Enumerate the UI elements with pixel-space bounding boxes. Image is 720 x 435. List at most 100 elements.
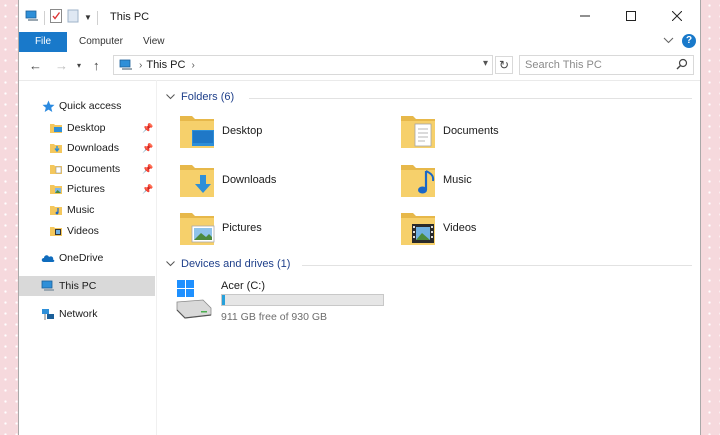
pin-icon[interactable]: 📌 <box>142 123 153 134</box>
collapse-chevron-icon[interactable] <box>166 92 175 102</box>
sidebar-item-label: This PC <box>59 280 97 292</box>
help-icon[interactable]: ? <box>682 34 696 48</box>
folder-documents[interactable]: Documents <box>399 110 499 152</box>
breadcrumb-chevron-icon[interactable]: › <box>139 60 142 71</box>
drive-usage-fill <box>222 295 226 305</box>
tab-computer[interactable]: Computer <box>79 32 123 52</box>
drives-group-header[interactable]: Devices and drives (1) <box>166 258 290 270</box>
sidebar-item-label: Network <box>59 308 98 320</box>
music-folder-icon <box>401 165 435 197</box>
refresh-button[interactable]: ↻ <box>495 56 513 74</box>
navigation-bar: ← → ▾ ↑ › This PC › ▾ ↻ Search This PC <box>19 52 700 81</box>
forward-arrow-icon[interactable]: → <box>55 58 68 73</box>
sidebar-item-label: Downloads <box>67 142 119 154</box>
breadcrumb[interactable]: This PC <box>146 59 185 71</box>
drive-free-space: 911 GB free of 930 GB <box>221 311 328 323</box>
properties-icon[interactable] <box>50 9 62 26</box>
address-dropdown-icon[interactable]: ▾ <box>483 58 488 69</box>
navigation-pane: Quick access Desktop 📌 Downloads 📌 Docum… <box>19 80 157 435</box>
folders-group-header[interactable]: Folders (6) <box>166 91 234 103</box>
back-arrow-icon[interactable]: ← <box>29 58 42 73</box>
sidebar-item-downloads[interactable]: Downloads <box>49 138 119 158</box>
quick-access-toolbar: ▼ <box>25 9 98 26</box>
sidebar-item-label: Pictures <box>67 183 105 195</box>
cloud-icon <box>41 251 55 265</box>
pin-icon[interactable]: 📌 <box>142 143 153 154</box>
minimize-icon <box>580 15 590 17</box>
desktop-folder-icon <box>49 121 63 135</box>
folder-music[interactable]: Music <box>399 159 472 201</box>
sidebar-item-label: Desktop <box>67 122 106 134</box>
minimize-button[interactable] <box>562 0 608 32</box>
folder-label: Desktop <box>222 125 263 137</box>
videos-folder-icon <box>401 213 435 245</box>
close-icon <box>672 11 682 21</box>
window-controls <box>562 0 700 32</box>
sidebar-item-quick-access[interactable]: Quick access <box>41 96 121 116</box>
up-arrow-icon[interactable]: ↑ <box>93 58 100 73</box>
sidebar-item-onedrive[interactable]: OneDrive <box>41 248 103 268</box>
address-bar[interactable]: › This PC › ▾ <box>113 55 493 75</box>
pictures-folder-icon <box>180 213 215 245</box>
drives-group-title: Devices and drives (1) <box>181 258 291 270</box>
computer-icon <box>25 10 39 25</box>
downloads-folder-icon <box>49 141 63 155</box>
sidebar-item-desktop[interactable]: Desktop <box>49 118 106 138</box>
drive-label: Acer (C:) <box>221 280 265 292</box>
folder-label: Documents <box>443 125 499 137</box>
folder-desktop[interactable]: Desktop <box>178 110 262 152</box>
close-button[interactable] <box>654 0 700 32</box>
documents-folder-icon <box>49 162 63 176</box>
sidebar-item-documents[interactable]: Documents <box>49 159 120 179</box>
folders-group-title: Folders (6) <box>181 91 235 103</box>
group-divider <box>302 265 692 266</box>
sidebar-item-label: Music <box>67 204 95 216</box>
pin-icon[interactable]: 📌 <box>142 184 153 195</box>
new-folder-icon[interactable] <box>67 9 79 26</box>
recent-locations-chevron-icon[interactable]: ▾ <box>77 61 81 70</box>
sidebar-item-videos[interactable]: Videos <box>49 221 99 241</box>
folder-videos[interactable]: Videos <box>399 207 476 249</box>
breadcrumb-chevron-icon[interactable]: › <box>191 60 194 71</box>
star-icon <box>41 99 55 113</box>
sidebar-item-label: OneDrive <box>59 252 104 264</box>
ribbon-controls: ? <box>663 34 696 48</box>
folder-label: Videos <box>443 222 477 234</box>
folder-downloads[interactable]: Downloads <box>178 159 276 201</box>
folder-label: Downloads <box>222 174 277 186</box>
toolbar-separator <box>44 10 45 25</box>
search-input[interactable]: Search This PC <box>519 55 694 75</box>
sidebar-item-network[interactable]: Network <box>41 304 98 324</box>
computer-icon <box>41 279 55 293</box>
search-placeholder: Search This PC <box>525 59 602 71</box>
sidebar-item-pictures[interactable]: Pictures <box>49 179 105 199</box>
hard-drive-icon <box>176 280 212 319</box>
desktop-folder-icon <box>180 116 214 148</box>
expand-ribbon-chevron-icon[interactable] <box>663 35 674 47</box>
sidebar-item-this-pc[interactable]: This PC <box>19 276 155 296</box>
downloads-folder-icon <box>180 165 214 197</box>
music-folder-icon <box>49 203 63 217</box>
collapse-chevron-icon[interactable] <box>166 259 175 269</box>
folder-label: Pictures <box>222 222 262 234</box>
folder-label: Music <box>443 174 472 186</box>
sidebar-item-label: Quick access <box>59 100 122 112</box>
file-explorer-window: ▼ This PC File Computer View ? ← → ▾ ↑ ›… <box>18 0 701 435</box>
pin-icon[interactable]: 📌 <box>142 164 153 175</box>
sidebar-item-music[interactable]: Music <box>49 200 94 220</box>
folder-pictures[interactable]: Pictures <box>178 207 262 249</box>
toolbar-separator <box>96 10 98 25</box>
customize-toolbar-chevron-icon[interactable]: ▼ <box>84 13 92 22</box>
videos-folder-icon <box>49 224 63 238</box>
ribbon: File Computer View ? <box>19 32 700 53</box>
documents-folder-icon <box>401 116 435 148</box>
refresh-icon: ↻ <box>498 58 510 72</box>
window-title: This PC <box>110 11 150 23</box>
computer-icon <box>119 59 133 71</box>
maximize-icon <box>626 11 636 21</box>
group-divider <box>249 98 692 99</box>
tab-file[interactable]: File <box>19 32 67 52</box>
maximize-button[interactable] <box>608 0 654 32</box>
sidebar-item-label: Documents <box>67 163 121 175</box>
tab-view[interactable]: View <box>143 32 165 52</box>
